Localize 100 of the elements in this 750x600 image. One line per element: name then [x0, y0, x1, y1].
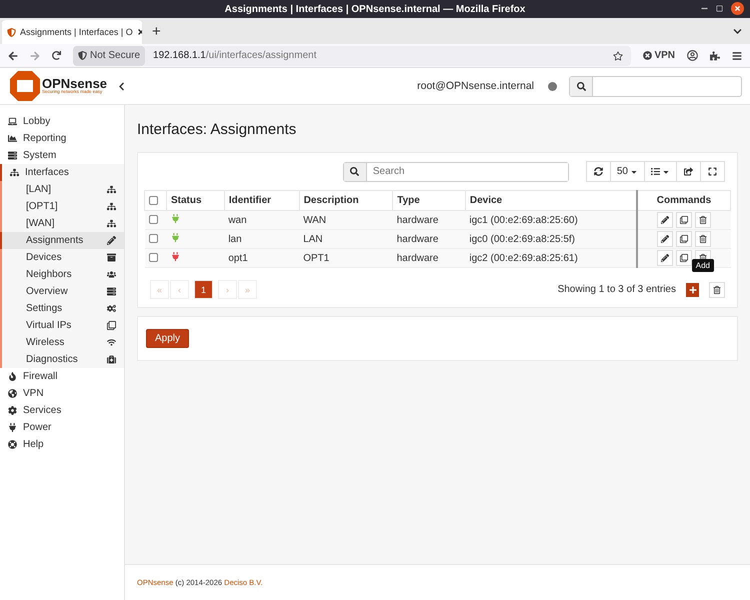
status-dot — [548, 82, 557, 90]
delete-button[interactable] — [709, 282, 725, 298]
archive-icon — [107, 253, 116, 262]
star-icon[interactable] — [613, 50, 624, 60]
table-cell: lan — [224, 230, 300, 248]
sidebar-subitem[interactable]: [WAN] — [0, 215, 124, 232]
entries-info: Showing 1 to 3 of 3 entries — [558, 284, 676, 295]
row-checkbox[interactable] — [148, 215, 158, 224]
sidebar-subitem[interactable]: Devices — [0, 249, 124, 266]
clone-button[interactable] — [676, 231, 692, 247]
delete-button[interactable] — [695, 231, 712, 247]
delete-button[interactable] — [695, 212, 712, 228]
search-field[interactable] — [569, 76, 742, 96]
sidebar-subitem[interactable]: Virtual IPs — [0, 317, 124, 334]
page-size-button[interactable]: 50 — [610, 161, 645, 182]
wifi-icon — [107, 338, 116, 347]
clone-button[interactable] — [676, 250, 692, 266]
refresh-button[interactable] — [586, 161, 611, 182]
sidebar-item[interactable]: VPN — [0, 385, 124, 402]
fire-icon — [8, 372, 17, 381]
sidebar-subitem[interactable]: [OPT1] — [0, 198, 124, 215]
clone-icon — [107, 321, 116, 330]
column-header: Description — [299, 190, 393, 210]
sidebar-subitem[interactable]: Settings — [0, 300, 124, 317]
edit-button[interactable] — [657, 231, 674, 247]
search-icon — [576, 82, 586, 90]
columns-button[interactable] — [644, 161, 677, 182]
edit-button[interactable] — [657, 212, 674, 228]
sitemap-icon — [107, 185, 116, 194]
sidebar-item[interactable]: Interfaces — [0, 164, 124, 181]
export-button[interactable] — [676, 161, 701, 182]
sidebar-item[interactable]: Reporting — [0, 130, 124, 147]
trash-icon — [699, 216, 708, 224]
sidebar-label: Assignments — [26, 235, 84, 246]
shield-icon — [7, 28, 16, 36]
page-title: Interfaces: Assignments — [137, 121, 298, 138]
sidebar-subitem[interactable]: Assignments — [0, 232, 124, 249]
table-cell: hardware — [392, 248, 466, 268]
server-icon — [8, 151, 17, 160]
row-checkbox[interactable] — [148, 234, 158, 244]
sidebar-label: Neighbors — [26, 269, 72, 280]
laptop-icon — [8, 117, 17, 126]
plug-icon — [8, 423, 17, 432]
pencil-icon — [661, 235, 670, 243]
new-tab-button[interactable]: + — [152, 23, 161, 40]
back-icon[interactable] — [8, 50, 18, 60]
sidebar-item[interactable]: Help — [0, 436, 124, 453]
clone-button[interactable] — [676, 212, 692, 228]
url-text: 192.168.1.1/ui/interfaces/assignment — [153, 50, 318, 61]
extensions-icon[interactable] — [710, 50, 720, 60]
menu-icon[interactable] — [732, 50, 742, 60]
brand-name: OPNsense — [42, 77, 108, 90]
sidebar-subitem[interactable]: Overview — [0, 283, 124, 300]
add-button[interactable] — [686, 282, 699, 296]
browser-tab[interactable]: Assignments | Interfaces | O — [2, 20, 142, 44]
maximize-icon[interactable] — [716, 5, 723, 12]
chevron-icon[interactable] — [733, 27, 742, 36]
sidebar-item[interactable]: Services — [0, 402, 124, 419]
sidebar-item[interactable]: Firewall — [0, 368, 124, 385]
collapse-icon[interactable] — [117, 82, 126, 90]
select-all-checkbox[interactable] — [149, 196, 158, 205]
table-cell: hardware — [392, 210, 466, 230]
window-title: Assignments | Interfaces | OPNsense.internal — Mozilla Firefox — [224, 4, 526, 14]
row-checkbox[interactable] — [148, 253, 158, 262]
sidebar-item[interactable]: System — [0, 147, 124, 164]
plus-icon — [688, 286, 696, 294]
chart-icon — [8, 134, 17, 143]
account-icon[interactable] — [687, 50, 698, 61]
copy-icon — [680, 254, 688, 262]
close-button[interactable] — [731, 2, 744, 15]
sidebar-label: Settings — [26, 303, 62, 314]
fullscreen-button[interactable] — [700, 161, 725, 182]
sidebar-subitem[interactable]: [LAN] — [0, 181, 124, 198]
copy-icon — [680, 235, 688, 243]
sidebar-label: Interfaces — [25, 167, 69, 178]
table-cell: OPT1 — [299, 248, 393, 268]
sidebar-item[interactable]: Power — [0, 419, 124, 436]
sidebar-subitem[interactable]: Neighbors — [0, 266, 124, 283]
tab-title: Assignments | Interfaces | O — [20, 27, 133, 37]
sidebar-label: Overview — [26, 286, 68, 297]
edit-button[interactable] — [657, 250, 674, 266]
search-field[interactable]: Search — [342, 162, 569, 182]
gears-icon — [107, 304, 116, 313]
page-button[interactable]: 1 — [194, 280, 213, 299]
reload-icon[interactable] — [52, 51, 61, 60]
minimize-icon[interactable] — [701, 5, 708, 12]
sidebar-label: System — [23, 150, 56, 161]
medkit-icon — [107, 355, 116, 364]
url-field[interactable]: Not Secure 192.168.1.1/ui/interfaces/assignment — [73, 46, 632, 66]
sidebar-subitem[interactable]: Wireless — [0, 334, 124, 351]
apply-button[interactable]: Apply — [146, 329, 190, 348]
expand-icon — [708, 167, 717, 176]
sidebar-item[interactable]: Lobby — [0, 113, 124, 130]
vpn-button[interactable]: VPN — [643, 50, 675, 61]
security-badge[interactable]: Not Secure — [73, 46, 146, 66]
table-cell: igc0 (00:e2:69:a8:25:5f) — [465, 230, 637, 248]
sidebar-label: Diagnostics — [26, 354, 78, 365]
sidebar-subitem[interactable]: Diagnostics — [0, 351, 124, 368]
opnsense-logo — [8, 71, 42, 101]
pencil-icon — [107, 236, 116, 245]
